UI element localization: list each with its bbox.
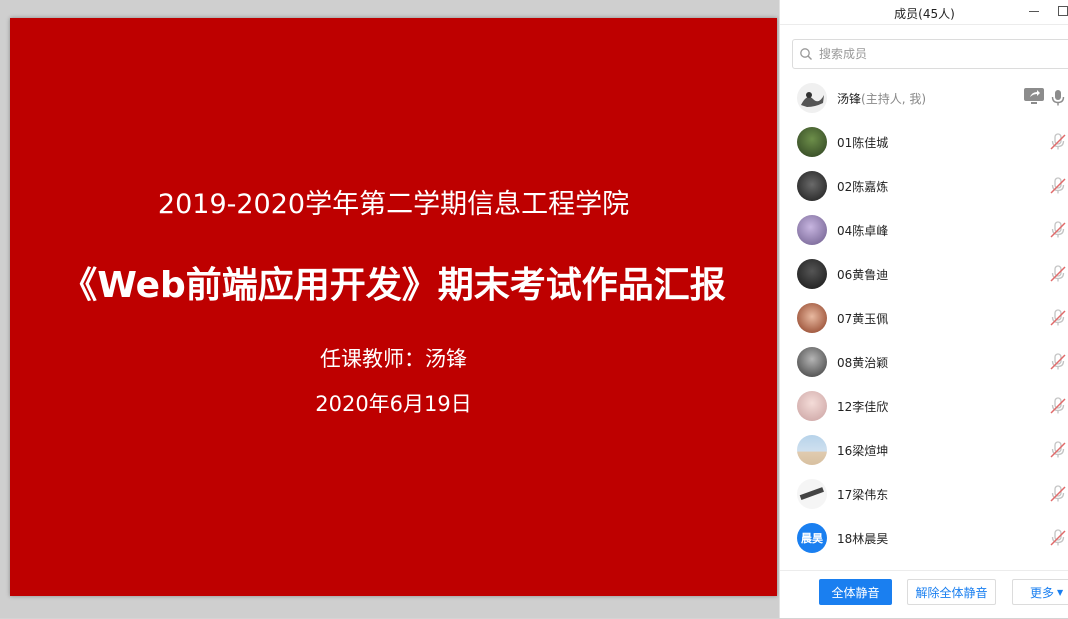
microphone-muted-icon[interactable] bbox=[1049, 221, 1067, 239]
member-name: 16梁煊坤 bbox=[837, 444, 889, 458]
presentation-slide: 2019-2020学年第二学期信息工程学院 《Web前端应用开发》期末考试作品汇… bbox=[10, 18, 777, 596]
microphone-muted-icon[interactable] bbox=[1049, 485, 1067, 503]
avatar bbox=[797, 83, 827, 113]
member-name: 07黄玉佩 bbox=[837, 312, 889, 326]
member-row[interactable]: 02陈嘉炼 bbox=[780, 164, 1068, 208]
microphone-muted-icon[interactable] bbox=[1049, 529, 1067, 547]
microphone-muted-icon[interactable] bbox=[1049, 309, 1067, 327]
member-row[interactable]: 04陈卓峰 bbox=[780, 208, 1068, 252]
avatar bbox=[797, 259, 827, 289]
microphone-muted-icon[interactable] bbox=[1049, 265, 1067, 283]
slide-teacher: 任课教师：汤锋 bbox=[320, 347, 467, 371]
members-panel: 成员(45人) 汤锋(主持人, 我) bbox=[779, 0, 1068, 618]
member-name: 04陈卓峰 bbox=[837, 224, 889, 238]
more-button[interactable]: 更多 ▼ bbox=[1012, 579, 1068, 605]
microphone-muted-icon[interactable] bbox=[1049, 353, 1067, 371]
screen-share-icon[interactable] bbox=[1023, 86, 1045, 106]
panel-footer: 全体静音 解除全体静音 更多 ▼ bbox=[780, 570, 1068, 619]
avatar bbox=[797, 479, 827, 509]
avatar bbox=[797, 391, 827, 421]
presentation-area: 2019-2020学年第二学期信息工程学院 《Web前端应用开发》期末考试作品汇… bbox=[0, 0, 779, 618]
member-row[interactable]: 08黄治颖 bbox=[780, 340, 1068, 384]
member-name: 12李佳欣 bbox=[837, 400, 889, 414]
member-name: 01陈佳城 bbox=[837, 136, 889, 150]
microphone-muted-icon[interactable] bbox=[1049, 397, 1067, 415]
mute-all-button[interactable]: 全体静音 bbox=[819, 579, 892, 605]
search-icon bbox=[800, 48, 812, 60]
member-row[interactable]: 12李佳欣 bbox=[780, 384, 1068, 428]
more-button-label: 更多 bbox=[1030, 585, 1055, 600]
member-name: 汤锋(主持人, 我) bbox=[837, 90, 926, 107]
maximize-icon[interactable] bbox=[1058, 6, 1068, 16]
avatar bbox=[797, 171, 827, 201]
slide-title: 《Web前端应用开发》期末考试作品汇报 bbox=[61, 265, 726, 306]
member-row-host[interactable]: 汤锋(主持人, 我) bbox=[780, 76, 1068, 120]
microphone-icon[interactable] bbox=[1049, 89, 1067, 107]
avatar bbox=[797, 303, 827, 333]
member-name: 18林晨昊 bbox=[837, 532, 889, 546]
search-input[interactable] bbox=[817, 46, 1021, 62]
member-name: 17梁伟东 bbox=[837, 488, 889, 502]
member-name: 08黄治颖 bbox=[837, 356, 889, 370]
minimize-icon[interactable] bbox=[1029, 11, 1039, 12]
member-row[interactable]: 晨昊 18林晨昊 bbox=[780, 516, 1068, 560]
member-name: 02陈嘉炼 bbox=[837, 180, 889, 194]
panel-header: 成员(45人) bbox=[780, 0, 1068, 25]
host-name: 汤锋 bbox=[837, 92, 862, 106]
member-name: 06黄鲁迪 bbox=[837, 268, 889, 282]
avatar bbox=[797, 215, 827, 245]
chevron-down-icon: ▼ bbox=[1057, 587, 1064, 597]
member-row[interactable]: 06黄鲁迪 bbox=[780, 252, 1068, 296]
panel-title: 成员(45人) bbox=[894, 7, 955, 21]
member-row[interactable]: 01陈佳城 bbox=[780, 120, 1068, 164]
avatar bbox=[797, 435, 827, 465]
search-box[interactable] bbox=[792, 39, 1068, 69]
microphone-muted-icon[interactable] bbox=[1049, 177, 1067, 195]
slide-date: 2020年6月19日 bbox=[315, 392, 472, 416]
member-row[interactable]: 17梁伟东 bbox=[780, 472, 1068, 516]
host-role: (主持人, 我) bbox=[861, 92, 927, 106]
avatar bbox=[797, 127, 827, 157]
member-row[interactable]: 07黄玉佩 bbox=[780, 296, 1068, 340]
unmute-all-button[interactable]: 解除全体静音 bbox=[907, 579, 996, 605]
avatar bbox=[797, 347, 827, 377]
member-row[interactable]: 16梁煊坤 bbox=[780, 428, 1068, 472]
avatar: 晨昊 bbox=[797, 523, 827, 553]
microphone-muted-icon[interactable] bbox=[1049, 133, 1067, 151]
slide-subtitle: 2019-2020学年第二学期信息工程学院 bbox=[157, 189, 630, 220]
microphone-muted-icon[interactable] bbox=[1049, 441, 1067, 459]
